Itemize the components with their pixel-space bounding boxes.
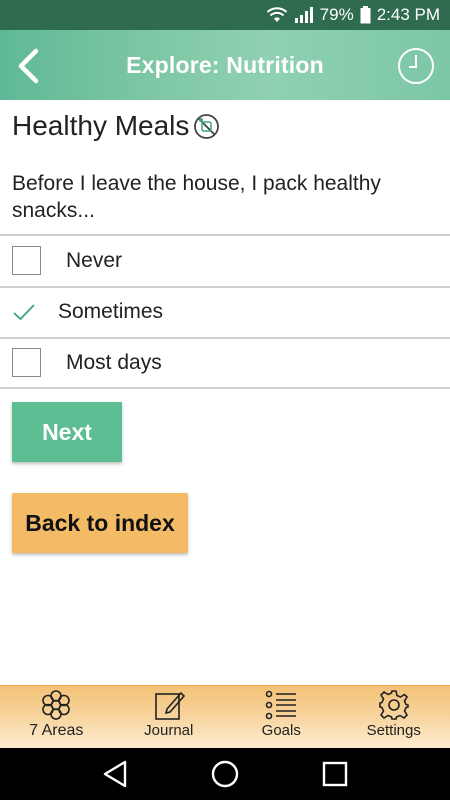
back-triangle-icon[interactable] bbox=[102, 760, 128, 788]
option-label: Most days bbox=[66, 350, 162, 374]
nav-label: Settings bbox=[366, 722, 421, 739]
battery-icon bbox=[360, 6, 371, 24]
next-button[interactable]: Next bbox=[12, 402, 122, 462]
clock-icon[interactable] bbox=[396, 46, 436, 86]
option-never[interactable]: Never bbox=[0, 234, 450, 286]
nav-item-settings[interactable]: Settings bbox=[338, 686, 450, 748]
nav-item-journal[interactable]: Journal bbox=[113, 686, 226, 748]
page-title: Explore: Nutrition bbox=[126, 51, 324, 78]
checkmark-icon[interactable] bbox=[12, 300, 36, 324]
recents-square-icon[interactable] bbox=[322, 761, 348, 787]
nav-label: Journal bbox=[144, 722, 194, 739]
list-icon bbox=[265, 690, 297, 720]
chevron-left-icon bbox=[18, 48, 39, 84]
back-button[interactable] bbox=[10, 46, 46, 86]
bottom-nav: 7 Areas Journal Goals Settings bbox=[0, 685, 450, 748]
checkbox[interactable] bbox=[12, 348, 41, 378]
option-label: Never bbox=[66, 248, 123, 272]
back-to-index-button[interactable]: Back to index bbox=[12, 493, 188, 553]
app-header: Explore: Nutrition bbox=[0, 30, 450, 100]
section-title-text: Healthy Meals bbox=[12, 110, 190, 141]
question-text: Before I leave the house, I pack healthy… bbox=[12, 172, 381, 222]
checkbox[interactable] bbox=[12, 246, 41, 276]
system-nav-bar bbox=[0, 748, 450, 800]
no-snack-icon bbox=[194, 113, 220, 139]
gear-icon bbox=[378, 690, 409, 720]
home-circle-icon[interactable] bbox=[211, 760, 239, 788]
status-time: 2:43 PM bbox=[376, 5, 440, 24]
wifi-icon bbox=[266, 7, 287, 22]
option-label: Sometimes bbox=[58, 300, 164, 324]
option-most-days[interactable]: Most days bbox=[0, 337, 450, 389]
journal-icon bbox=[154, 691, 185, 720]
nav-item-goals[interactable]: Goals bbox=[225, 686, 338, 748]
status-bar: 79% 2:43 PM bbox=[0, 0, 450, 30]
nav-label: Goals bbox=[261, 722, 301, 739]
section-title: Healthy Meals bbox=[12, 110, 220, 142]
battery-percent: 79% bbox=[319, 5, 354, 24]
option-sometimes[interactable]: Sometimes bbox=[0, 285, 450, 338]
answer-options: Never Sometimes Most days bbox=[0, 234, 450, 389]
flower-icon bbox=[42, 690, 71, 720]
nav-item-7-areas[interactable]: 7 Areas bbox=[0, 686, 113, 748]
signal-icon bbox=[294, 7, 313, 23]
nav-label: 7 Areas bbox=[29, 722, 84, 739]
